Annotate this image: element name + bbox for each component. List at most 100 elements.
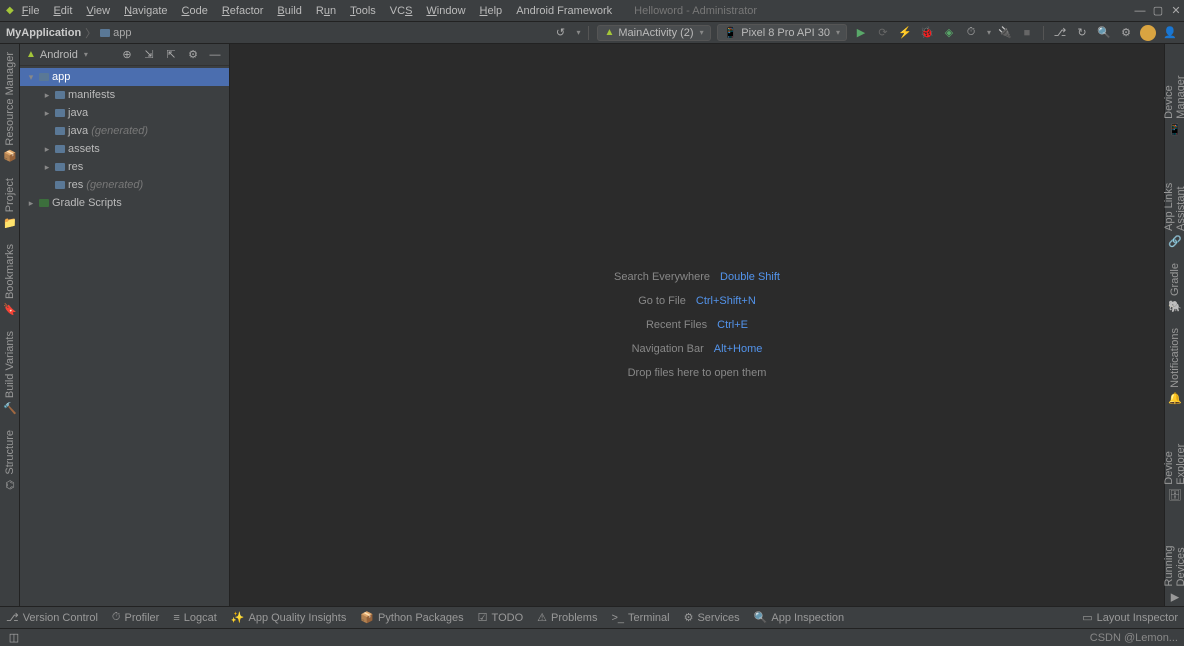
- menu-refactor[interactable]: Refactor: [216, 3, 270, 19]
- hide-icon[interactable]: ―: [207, 47, 223, 63]
- empty-editor[interactable]: Search EverywhereDouble ShiftGo to FileC…: [230, 44, 1164, 606]
- account-icon[interactable]: 👤: [1162, 25, 1178, 41]
- stop-button[interactable]: ■: [1019, 25, 1035, 41]
- rail-tab[interactable]: ▶Running Devices: [1161, 513, 1184, 606]
- menu-code[interactable]: Code: [176, 3, 214, 19]
- attach-debugger-button[interactable]: 🔌: [997, 25, 1013, 41]
- settings-icon[interactable]: ⚙: [1118, 25, 1134, 41]
- expand-arrow-icon[interactable]: ▸: [26, 198, 36, 209]
- close-button[interactable]: ✕: [1168, 3, 1184, 19]
- tree-item[interactable]: java (generated): [20, 122, 229, 140]
- bottom-tab[interactable]: ≡Logcat: [173, 612, 216, 624]
- menu-help[interactable]: Help: [474, 3, 509, 19]
- rail-tab-label: Project: [4, 178, 16, 212]
- chevron-down-icon[interactable]: ▾: [987, 28, 991, 37]
- menu-navigate[interactable]: Navigate: [118, 3, 173, 19]
- search-icon[interactable]: 🔍: [1096, 25, 1112, 41]
- bottom-tab[interactable]: ✨App Quality Insights: [231, 611, 347, 624]
- expand-arrow-icon[interactable]: ▸: [42, 162, 52, 173]
- avatar[interactable]: [1140, 25, 1156, 41]
- bottom-tab[interactable]: ⚠Problems: [537, 611, 597, 624]
- breadcrumb-project[interactable]: MyApplication: [6, 27, 81, 39]
- rail-tab[interactable]: 🗄Device Explorer: [1161, 416, 1184, 505]
- locate-icon[interactable]: ⊕: [119, 47, 135, 63]
- menu-android-framework[interactable]: Android Framework: [510, 3, 618, 19]
- bottom-tab[interactable]: ⎇Version Control: [6, 611, 98, 624]
- apply-code-button[interactable]: ⚡: [897, 25, 913, 41]
- rail-tab[interactable]: 📦Resource Manager: [2, 48, 18, 166]
- menu-file[interactable]: File: [16, 3, 46, 19]
- hint-label: Drop files here to open them: [628, 367, 767, 379]
- coverage-button[interactable]: ◈: [941, 25, 957, 41]
- bottom-tab[interactable]: ⏱Profiler: [112, 611, 159, 624]
- project-tree[interactable]: ▾app▸manifests▸javajava (generated)▸asse…: [20, 66, 229, 606]
- rail-tab[interactable]: ⌬Structure: [2, 426, 18, 495]
- rail-tab-icon: 🐘: [1169, 300, 1181, 312]
- tree-item[interactable]: ▸java: [20, 104, 229, 122]
- bottom-tab[interactable]: >_Terminal: [611, 612, 669, 624]
- update-icon[interactable]: ↻: [1074, 25, 1090, 41]
- layout-inspector-tab[interactable]: ▭ Layout Inspector: [1082, 611, 1178, 624]
- tree-item[interactable]: ▸Gradle Scripts: [20, 194, 229, 212]
- run-button[interactable]: ▶: [853, 25, 869, 41]
- expand-arrow-icon[interactable]: ▸: [42, 90, 52, 101]
- collapse-all-icon[interactable]: ⇱: [163, 47, 179, 63]
- apply-changes-button[interactable]: ⟳: [875, 25, 891, 41]
- bottom-tab-label: Logcat: [184, 612, 217, 624]
- tree-item[interactable]: ▸manifests: [20, 86, 229, 104]
- bottom-tab[interactable]: 📦Python Packages: [360, 611, 463, 624]
- expand-all-icon[interactable]: ⇲: [141, 47, 157, 63]
- menu-build[interactable]: Build: [271, 3, 307, 19]
- chevron-down-icon: ▾: [700, 28, 704, 37]
- breadcrumb-module[interactable]: app: [100, 27, 131, 39]
- rail-tab[interactable]: 🔖Bookmarks: [2, 240, 18, 319]
- rail-tab-icon: 📱: [1169, 123, 1181, 135]
- tree-item[interactable]: ▸res: [20, 158, 229, 176]
- minimize-button[interactable]: ―: [1132, 3, 1148, 19]
- tree-item[interactable]: res (generated): [20, 176, 229, 194]
- tree-item[interactable]: ▾app: [20, 68, 229, 86]
- rail-tab-icon: 🗄: [1169, 489, 1181, 501]
- tree-item-label: java: [68, 125, 88, 137]
- folder-icon: [100, 29, 110, 37]
- editor-hint: Drop files here to open them: [628, 367, 767, 379]
- device-selector[interactable]: 📱 Pixel 8 Pro API 30 ▾: [717, 24, 847, 41]
- bottom-tab[interactable]: ☑TODO: [478, 611, 523, 624]
- rail-tab[interactable]: 🔔Notifications: [1167, 324, 1183, 408]
- project-view-mode[interactable]: ▲ Android ▾: [26, 49, 113, 61]
- menu-edit[interactable]: Edit: [47, 3, 78, 19]
- menu-run[interactable]: Run: [310, 3, 342, 19]
- rail-tab[interactable]: 📁 Project: [2, 174, 18, 232]
- expand-arrow-icon[interactable]: ▾: [26, 72, 36, 83]
- debug-button[interactable]: 🐞: [919, 25, 935, 41]
- menu-view[interactable]: View: [80, 3, 116, 19]
- hint-shortcut: Ctrl+E: [717, 319, 748, 331]
- gear-icon[interactable]: ⚙: [185, 47, 201, 63]
- bottom-tab[interactable]: 🔍App Inspection: [754, 611, 844, 624]
- expand-arrow-icon[interactable]: ▸: [42, 108, 52, 119]
- bottom-tab-icon: >_: [611, 612, 624, 624]
- sync-icon[interactable]: ↺: [552, 25, 568, 41]
- menu-tools[interactable]: Tools: [344, 3, 382, 19]
- menu-bar: ◆ File Edit View Navigate Code Refactor …: [0, 0, 1184, 22]
- rail-tab[interactable]: 🔗App Links Assistant: [1161, 147, 1184, 251]
- run-configuration-selector[interactable]: ▲ MainActivity (2) ▾: [597, 25, 710, 41]
- bottom-tab[interactable]: ⚙Services: [684, 611, 740, 624]
- bottom-tab-icon: 📦: [360, 611, 374, 624]
- hint-label: Navigation Bar: [632, 343, 704, 355]
- chevron-down-icon[interactable]: ▾: [576, 28, 580, 37]
- rail-tab[interactable]: 📱Device Manager: [1161, 48, 1184, 139]
- menu-vcs[interactable]: VCS: [384, 3, 419, 19]
- rail-tab[interactable]: 🐘Gradle: [1167, 259, 1183, 316]
- menu-window[interactable]: Window: [420, 3, 471, 19]
- rail-tab-icon: 📁: [4, 216, 16, 228]
- profile-button[interactable]: ⏱: [963, 25, 979, 41]
- git-icon[interactable]: ⎇: [1052, 25, 1068, 41]
- maximize-button[interactable]: ▢: [1150, 3, 1166, 19]
- rail-tab[interactable]: 🔨Build Variants: [2, 327, 18, 418]
- tree-item[interactable]: ▸assets: [20, 140, 229, 158]
- tool-windows-icon[interactable]: ◫: [6, 630, 22, 646]
- breadcrumb[interactable]: MyApplication 〉 app: [6, 25, 132, 41]
- status-bar: ◫ CSDN @Lemon...: [0, 628, 1184, 646]
- expand-arrow-icon[interactable]: ▸: [42, 144, 52, 155]
